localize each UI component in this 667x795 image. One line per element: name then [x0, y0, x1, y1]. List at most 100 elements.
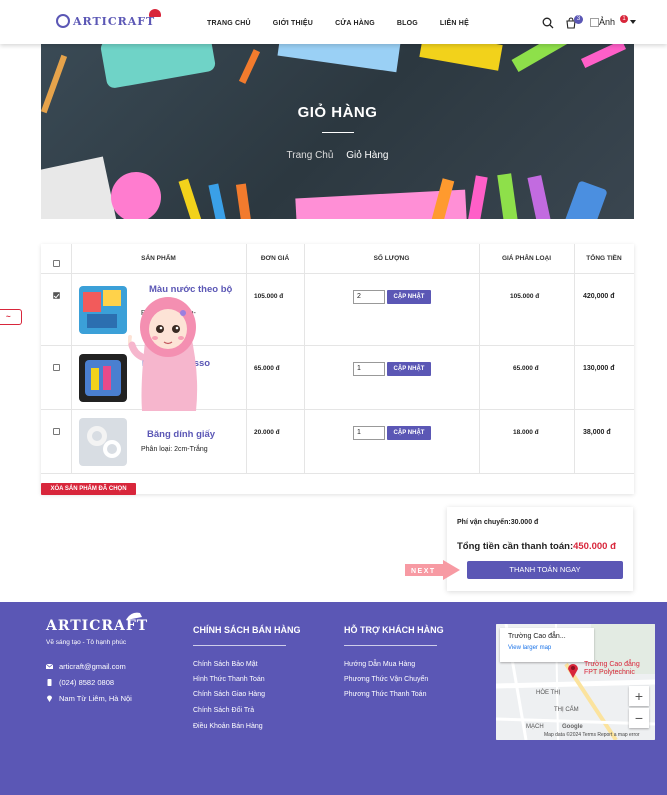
variant-price: 18.000 đ: [513, 429, 539, 436]
decor-pen: [580, 44, 627, 69]
nav-home[interactable]: TRANG CHỦ: [207, 20, 251, 27]
footer-divider: [344, 645, 437, 646]
decor-pencil: [238, 49, 261, 84]
footer-phone-text: (024) 8582 0808: [59, 678, 115, 687]
decor-marker: [527, 175, 553, 219]
notification-badge: 1: [620, 15, 628, 23]
map-place-label: MẠCH: [526, 724, 544, 730]
mascot-illustration: [128, 297, 198, 411]
decor-marker: [466, 175, 488, 219]
table-divider: [574, 244, 575, 474]
map-pin-icon[interactable]: [567, 662, 579, 678]
map-zoom-out-button[interactable]: −: [629, 708, 649, 728]
col-header-product: SẢN PHẨM: [141, 255, 176, 262]
col-header-quantity: SỐ LƯỢNG: [373, 255, 410, 262]
table-divider: [246, 244, 247, 474]
nav-about[interactable]: GIỚI THIỆU: [273, 20, 313, 27]
mail-icon: [46, 663, 53, 669]
decor-ruler: [277, 44, 401, 73]
shipping-label: Phí vận chuyển:: [457, 519, 511, 526]
footer-link[interactable]: Chính Sách Đổi Trả: [193, 707, 254, 714]
row-checkbox[interactable]: [53, 428, 60, 435]
grand-total-label: Tổng tiền cần thanh toán:: [457, 541, 574, 552]
quantity-input[interactable]: 2: [353, 290, 385, 304]
map-zoom-in-button[interactable]: +: [629, 686, 649, 706]
unit-price: 105.000 đ: [254, 293, 284, 300]
map-info-card: Trường Cao đẳn... View larger map: [500, 628, 594, 662]
delete-selected-button[interactable]: XÓA SẢN PHẨM ĐÃ CHỌN: [41, 483, 136, 495]
footer-link[interactable]: Chính Sách Bảo Mật: [193, 661, 258, 668]
map-place-label: HÒE THỊ: [536, 690, 561, 696]
select-all-checkbox[interactable]: [53, 260, 60, 267]
decor-pencil: [178, 178, 204, 219]
google-logo: Google: [562, 724, 583, 730]
cart-page: ARTICRAFT TRANG CHỦ GIỚI THIỆU CỬA HÀNG …: [0, 0, 667, 795]
footer-link[interactable]: Phương Thức Thanh Toán: [344, 691, 426, 698]
map-pin-label: Trường Cao đẳng FPT Polytechnic: [584, 661, 640, 677]
decor-pouch: [99, 44, 217, 90]
main-nav: TRANG CHỦ GIỚI THIỆU CỬA HÀNG BLOG LIÊN …: [207, 20, 469, 27]
row-checkbox[interactable]: [53, 292, 60, 299]
product-thumbnail[interactable]: [79, 286, 127, 334]
decor-highlighter: [511, 44, 571, 73]
title-divider: [322, 132, 354, 133]
product-name[interactable]: Băng dính giấy: [147, 429, 215, 440]
avatar-alt-text: Ảnh: [599, 17, 616, 27]
nav-contact[interactable]: LIÊN HỆ: [440, 20, 469, 27]
product-thumbnail[interactable]: [79, 354, 127, 402]
checkout-button[interactable]: THANH TOÁN NGAY: [467, 561, 623, 579]
decor-marker: [497, 173, 519, 219]
table-divider: [41, 273, 634, 274]
footer-link[interactable]: Hình Thức Thanh Toán: [193, 676, 265, 683]
location-pin-icon: [47, 695, 52, 702]
order-summary: Phí vận chuyển:30.000 đ Tổng tiền cần th…: [447, 507, 633, 591]
breadcrumb-current: Giỏ Hàng: [346, 150, 389, 161]
chevron-down-icon[interactable]: [630, 20, 636, 24]
broken-image-icon: [590, 17, 599, 27]
nav-blog[interactable]: BLOG: [397, 20, 418, 27]
col-header-total: TỔNG TIỀN: [586, 255, 622, 262]
row-total: 38,000 đ: [583, 429, 611, 436]
footer-link[interactable]: Điều Khoản Bán Hàng: [193, 723, 263, 730]
decor-pencil: [235, 183, 253, 219]
footer-link[interactable]: Hướng Dẫn Mua Hàng: [344, 661, 415, 668]
map-pin-label-line-2: FPT Polytechnic: [584, 669, 635, 676]
decor-pencil: [208, 183, 228, 219]
footer-slogan: Vẽ sáng tạo - Tô hạnh phúc: [46, 639, 127, 646]
embedded-map[interactable]: Trường Cao đẳn... View larger map Trường…: [496, 624, 655, 740]
update-button[interactable]: CẬP NHẬT: [387, 362, 431, 376]
phone-icon: [47, 679, 52, 686]
next-label: NEXT: [411, 568, 436, 575]
footer-link[interactable]: Phương Thức Vận Chuyển: [344, 676, 428, 683]
row-checkbox[interactable]: [53, 364, 60, 371]
santa-hat-icon: [126, 612, 142, 620]
breadcrumb-home[interactable]: Trang Chủ: [287, 150, 334, 161]
avatar[interactable]: Ảnh: [590, 17, 615, 27]
decor-glue: [564, 180, 608, 219]
col-header-unit-price: ĐƠN GIÁ: [260, 255, 290, 262]
shipping-fee: Phí vận chuyển:30.000 đ: [457, 519, 538, 526]
view-larger-map-link[interactable]: View larger map: [508, 645, 551, 651]
search-icon[interactable]: [542, 17, 554, 29]
map-place-label: THỊ CẤM: [554, 707, 579, 713]
footer-support-title: HỖ TRỢ KHÁCH HÀNG: [344, 625, 444, 635]
footer-email[interactable]: articraft@gmail.com: [46, 662, 126, 671]
decor-notebook: [41, 156, 118, 219]
breadcrumb: Trang Chủ Giỏ Hàng: [41, 150, 634, 161]
footer-policy-title: CHÍNH SÁCH BÁN HÀNG: [193, 625, 301, 635]
table-divider: [479, 244, 480, 474]
footer-phone[interactable]: (024) 8582 0808: [46, 678, 114, 687]
update-button[interactable]: CẬP NHẬT: [387, 426, 431, 440]
page-title: GIỎ HÀNG: [297, 104, 378, 121]
quantity-input[interactable]: 1: [353, 362, 385, 376]
footer-email-text: articraft@gmail.com: [59, 662, 126, 671]
update-button[interactable]: CẬP NHẬT: [387, 290, 431, 304]
nav-shop[interactable]: CỬA HÀNG: [335, 20, 375, 27]
footer-link[interactable]: Chính Sách Giao Hàng: [193, 691, 265, 698]
variant-price: 105.000 đ: [510, 293, 540, 300]
site-logo[interactable]: ARTICRAFT: [56, 9, 162, 28]
table-divider: [71, 244, 72, 474]
side-chat-widget[interactable]: ~: [0, 309, 22, 325]
product-thumbnail[interactable]: [79, 418, 127, 466]
quantity-input[interactable]: 1: [353, 426, 385, 440]
